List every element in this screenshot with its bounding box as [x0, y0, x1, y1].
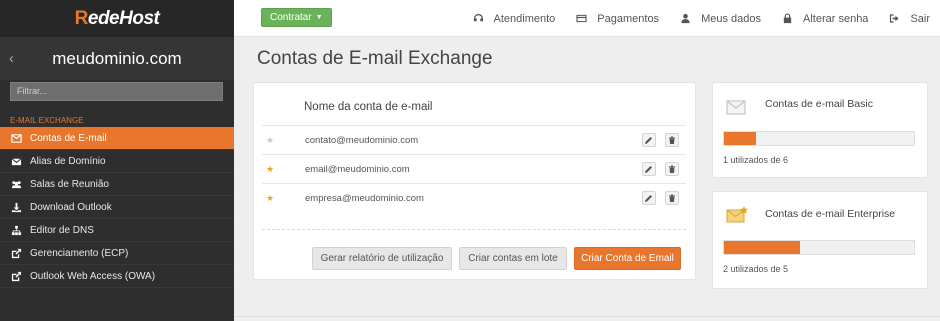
link-label: Pagamentos [597, 12, 660, 25]
footer-divider [234, 316, 940, 317]
enterprise-usage-note: 2 utilizados de 5 [723, 264, 789, 274]
logo-text: edeHost [87, 7, 160, 29]
sidebar: RedeHost ‹ meudominio.com E-MAIL EXCHANG… [0, 0, 234, 321]
delete-button[interactable] [665, 191, 679, 205]
atendimento-link[interactable]: Atendimento [473, 12, 556, 25]
basic-usage-fill [724, 132, 756, 145]
sidebar-item-label: Editor de DNS [30, 224, 94, 236]
sidebar-item-download-outlook[interactable]: Download Outlook [0, 196, 234, 219]
enterprise-accounts-panel: Contas de e-mail Enterprise 2 utilizados… [712, 191, 928, 289]
table-row: ★ empresa@meudominio.com [262, 183, 686, 212]
link-label: Alterar senha [803, 12, 869, 25]
sitemap-icon [10, 224, 22, 236]
table-row: ★ contato@meudominio.com [262, 125, 686, 154]
report-button[interactable]: Gerar relatório de utilização [312, 247, 452, 270]
sidebar-item-label: Alias de Domínio [30, 155, 106, 167]
sidebar-nav: Contas de E-mail Alias de Domínio Salas … [0, 127, 234, 288]
star-icon[interactable]: ★ [262, 193, 278, 204]
domain-name: meudominio.com [52, 48, 182, 68]
contratar-label: Contratar [270, 12, 312, 23]
logo-r: R [74, 7, 89, 29]
trash-icon [669, 136, 675, 144]
sidebar-item-salas-de-reuniao[interactable]: Salas de Reunião [0, 173, 234, 196]
users-icon [10, 178, 22, 190]
sidebar-item-alias-de-dominio[interactable]: Alias de Domínio [0, 150, 234, 173]
basic-title: Contas de e-mail Basic [765, 98, 873, 110]
external-link-icon [10, 247, 22, 259]
edit-button[interactable] [642, 191, 656, 205]
pencil-icon [645, 166, 652, 173]
envelope-basic-icon [726, 100, 746, 115]
domain-header: ‹ meudominio.com [0, 37, 234, 80]
sidebar-item-label: Outlook Web Access (OWA) [30, 270, 156, 282]
headset-icon [473, 13, 483, 22]
delete-button[interactable] [665, 133, 679, 147]
envelope-star-icon [726, 206, 748, 223]
sidebar-item-label: Contas de E-mail [30, 132, 107, 144]
basic-accounts-panel: Contas de e-mail Basic 1 utilizados de 6 [712, 82, 928, 178]
create-account-button[interactable]: Criar Conta de Email [574, 247, 681, 270]
account-email[interactable]: email@meudominio.com [305, 164, 410, 175]
account-email[interactable]: contato@meudominio.com [305, 135, 418, 146]
top-links: Atendimento Pagamentos Meus dados Altera… [473, 0, 940, 37]
sidebar-item-gerenciamento-ecp[interactable]: Gerenciamento (ECP) [0, 242, 234, 265]
link-label: Meus dados [701, 12, 761, 25]
meus-dados-link[interactable]: Meus dados [680, 13, 761, 25]
enterprise-usage-bar [723, 240, 915, 255]
star-icon[interactable]: ★ [262, 164, 278, 175]
pagamentos-link[interactable]: Pagamentos [576, 13, 659, 25]
divider [262, 229, 686, 230]
credit-card-icon [576, 14, 587, 23]
sidebar-item-outlook-web-access[interactable]: Outlook Web Access (OWA) [0, 265, 234, 288]
trash-icon [669, 194, 675, 202]
sidebar-item-label: Salas de Reunião [30, 178, 109, 190]
page-title: Contas de E-mail Exchange [257, 48, 493, 69]
star-icon[interactable]: ★ [262, 135, 278, 146]
sidebar-item-contas-de-email[interactable]: Contas de E-mail [0, 127, 234, 150]
link-label: Atendimento [493, 12, 556, 25]
delete-button[interactable] [665, 162, 679, 176]
lock-icon [783, 13, 792, 24]
account-email[interactable]: empresa@meudominio.com [305, 193, 424, 204]
sidebar-item-editor-de-dns[interactable]: Editor de DNS [0, 219, 234, 242]
envelope-icon [10, 155, 22, 167]
link-label: Sair [910, 12, 930, 25]
basic-usage-bar [723, 131, 915, 146]
contratar-button[interactable]: Contratar ▼ [261, 8, 332, 27]
alterar-senha-link[interactable]: Alterar senha [782, 13, 868, 25]
top-bar: Contratar ▼ Atendimento Pagamentos Meus … [234, 0, 940, 37]
caret-down-icon: ▼ [315, 14, 323, 21]
sidebar-item-label: Download Outlook [30, 201, 112, 213]
trash-icon [669, 165, 675, 173]
edit-button[interactable] [642, 133, 656, 147]
accounts-panel: Nome da conta de e-mail ★ contato@meudom… [253, 82, 696, 280]
column-header: Nome da conta de e-mail [304, 101, 433, 113]
user-icon [681, 13, 690, 24]
download-icon [10, 201, 22, 213]
envelope-icon [10, 132, 22, 144]
pencil-icon [645, 137, 652, 144]
basic-usage-note: 1 utilizados de 6 [723, 155, 789, 165]
enterprise-title: Contas de e-mail Enterprise [765, 208, 896, 220]
pencil-icon [645, 195, 652, 202]
sidebar-item-label: Gerenciamento (ECP) [30, 247, 129, 259]
redehost-logo[interactable]: RedeHost [0, 0, 234, 37]
batch-create-button[interactable]: Criar contas em lote [459, 247, 567, 270]
external-link-icon [10, 270, 22, 282]
sair-link[interactable]: Sair [889, 13, 930, 25]
table-row: ★ email@meudominio.com [262, 154, 686, 183]
edit-button[interactable] [642, 162, 656, 176]
enterprise-usage-fill [724, 241, 800, 254]
section-title: E-MAIL EXCHANGE [10, 116, 84, 125]
chevron-left-icon[interactable]: ‹ [9, 50, 14, 67]
sign-out-icon [890, 14, 900, 23]
filter-input[interactable] [10, 81, 223, 101]
